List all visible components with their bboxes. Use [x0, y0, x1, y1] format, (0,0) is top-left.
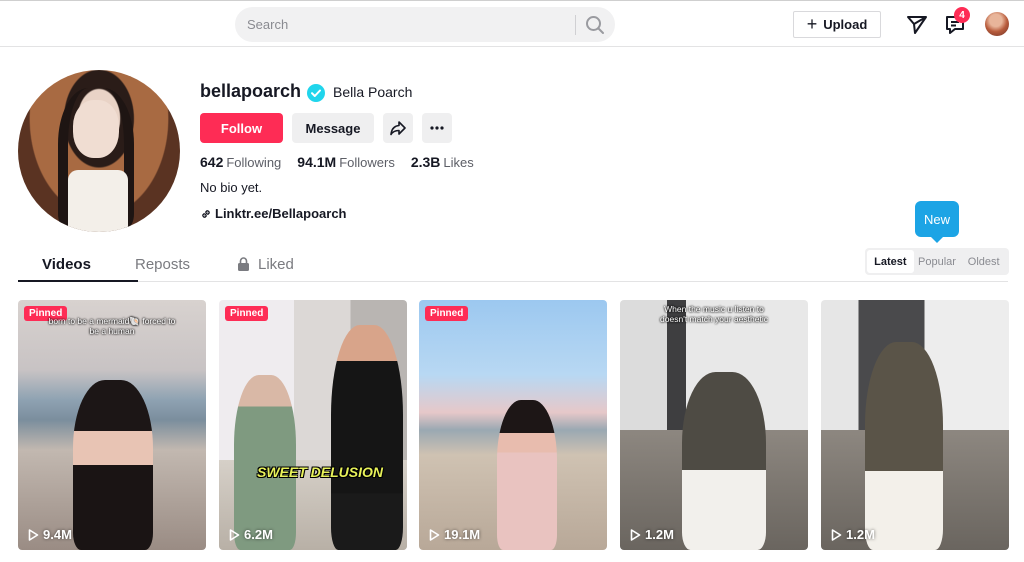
video-card[interactable]: 1.2M — [821, 300, 1009, 550]
video-view-count: 9.4M — [43, 527, 72, 542]
video-thumbnail-figure — [682, 372, 766, 550]
stat-followers[interactable]: 94.1M Followers — [297, 154, 395, 170]
video-views: 1.2M — [831, 527, 875, 542]
video-views: 9.4M — [28, 527, 72, 542]
video-caption: born to be a mermaid🐚 forced to be a hum… — [48, 316, 176, 336]
play-icon — [831, 528, 842, 541]
tab-liked[interactable]: Liked — [237, 256, 294, 273]
play-icon — [28, 528, 39, 541]
stat-value: 94.1M — [297, 154, 337, 170]
video-view-count: 19.1M — [444, 527, 481, 542]
search-bar — [235, 7, 615, 42]
stat-following[interactable]: 642 Following — [200, 154, 281, 170]
video-view-count: 1.2M — [645, 527, 674, 542]
video-views: 6.2M — [229, 527, 273, 542]
tab-liked-label: Liked — [258, 256, 294, 273]
video-overlay-text: SWEET DELUSION — [257, 464, 384, 480]
play-icon — [229, 528, 240, 541]
video-view-count: 1.2M — [846, 527, 875, 542]
search-input[interactable] — [247, 7, 567, 42]
user-avatar[interactable] — [985, 12, 1009, 36]
more-options-button[interactable] — [422, 113, 452, 143]
link-icon — [202, 209, 210, 218]
stat-label: Followers — [339, 155, 395, 170]
message-button[interactable]: Message — [292, 113, 374, 143]
plus-icon: + — [806, 13, 818, 34]
messages-button[interactable] — [906, 13, 928, 35]
upload-label: Upload — [823, 17, 868, 32]
tab-videos[interactable]: Videos — [42, 256, 91, 273]
profile-link[interactable]: Linktr.ee/Bellapoarch — [200, 206, 347, 221]
profile-link-text: Linktr.ee/Bellapoarch — [215, 206, 347, 221]
video-card[interactable]: When the music u listen to doesn't match… — [620, 300, 808, 550]
video-views: 1.2M — [630, 527, 674, 542]
lock-icon — [238, 257, 249, 271]
stat-value: 642 — [200, 154, 224, 170]
profile-stats: 642 Following 94.1M Followers 2.3B Likes — [200, 154, 474, 170]
video-thumbnail-figure — [331, 325, 403, 550]
new-tooltip: New — [915, 201, 959, 243]
verified-badge-icon — [307, 84, 325, 102]
play-icon — [429, 528, 440, 541]
video-card[interactable]: Pinned born to be a mermaid🐚 forced to b… — [18, 300, 206, 550]
profile-tabs: Videos Reposts Liked — [18, 246, 1008, 282]
play-icon — [630, 528, 641, 541]
profile-username: bellapoarch — [200, 81, 302, 101]
top-navbar: + Upload 4 — [0, 0, 1024, 47]
more-dots-icon — [430, 126, 444, 130]
video-caption: When the music u listen to doesn't match… — [660, 304, 768, 324]
video-thumbnail-figure — [497, 400, 557, 550]
search-icon — [586, 16, 604, 34]
follow-button[interactable]: Follow — [200, 113, 283, 143]
profile-nickname: Bella Poarch — [333, 84, 413, 100]
stat-label: Likes — [443, 155, 474, 170]
search-button[interactable] — [583, 13, 607, 37]
share-arrow-icon — [390, 121, 406, 136]
avatar-face-shape — [73, 100, 119, 158]
active-tab-indicator — [18, 280, 138, 282]
pinned-badge: Pinned — [225, 306, 269, 321]
video-thumbnail-figure — [234, 375, 296, 550]
video-card[interactable]: Pinned 19.1M — [419, 300, 607, 550]
video-thumbnail-figure — [73, 380, 153, 550]
video-thumbnail-figure — [865, 342, 943, 550]
inbox-badge: 4 — [954, 7, 970, 23]
search-divider — [575, 15, 576, 35]
upload-button[interactable]: + Upload — [793, 11, 881, 38]
video-card[interactable]: Pinned SWEET DELUSION 6.2M — [219, 300, 407, 550]
video-view-count: 6.2M — [244, 527, 273, 542]
share-button[interactable] — [383, 113, 413, 143]
stat-likes: 2.3B Likes — [411, 154, 474, 170]
video-views: 19.1M — [429, 527, 480, 542]
profile-bio: No bio yet. — [200, 180, 263, 195]
stat-value: 2.3B — [410, 154, 441, 170]
profile-avatar[interactable] — [18, 70, 180, 232]
avatar-top-shape — [68, 170, 128, 232]
tab-reposts[interactable]: Reposts — [135, 256, 190, 273]
pinned-badge: Pinned — [425, 306, 469, 321]
stat-label: Following — [226, 155, 282, 170]
paper-plane-icon — [907, 16, 927, 34]
